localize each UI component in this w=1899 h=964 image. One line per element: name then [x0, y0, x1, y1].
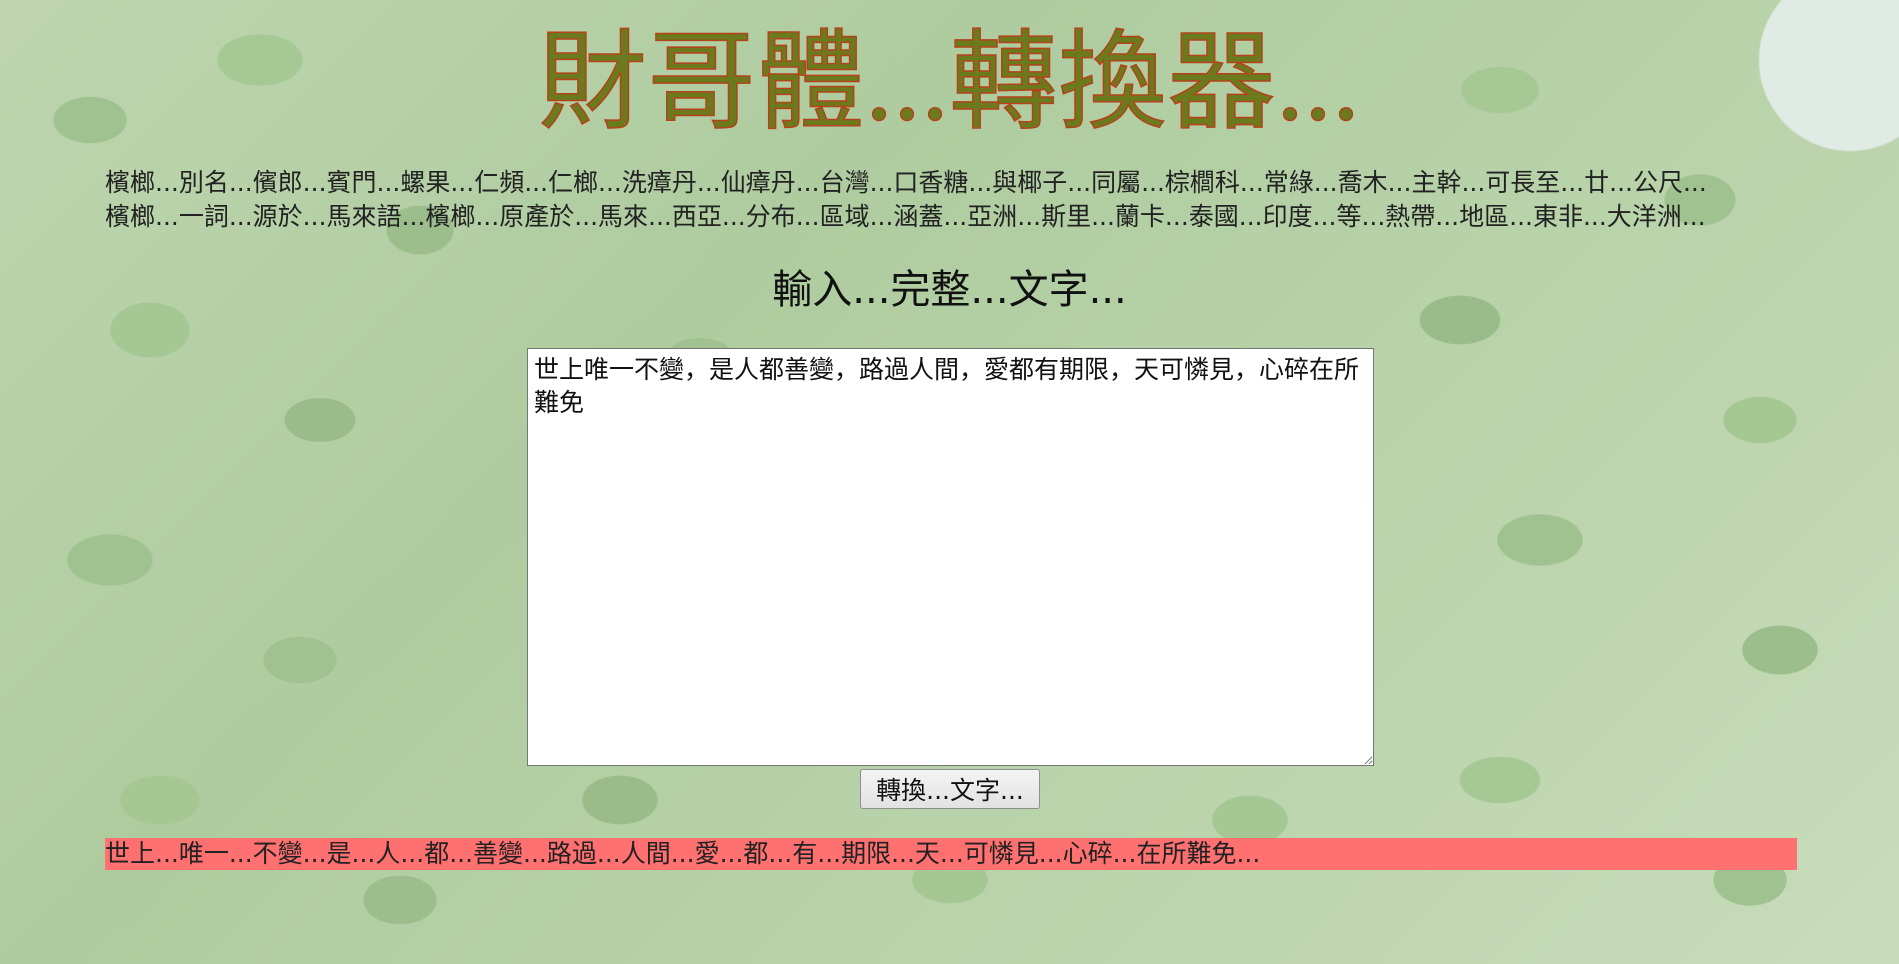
- page-title: 財哥體...轉換器...: [538, 23, 1361, 144]
- page-content: 財哥體...轉換器... 檳榔...別名...儐郎...賓門...螺果...仁頻…: [0, 0, 1899, 964]
- intro-line-1: 檳榔...別名...儐郎...賓門...螺果...仁頻...仁榔...洗瘴丹..…: [105, 168, 1707, 197]
- intro-text: 檳榔...別名...儐郎...賓門...螺果...仁頻...仁榔...洗瘴丹..…: [105, 166, 1805, 234]
- text-input-area[interactable]: [527, 348, 1374, 766]
- intro-line-2: 檳榔...一詞...源於...馬來語...檳榔...原產於...馬來...西亞.…: [105, 202, 1706, 231]
- convert-button[interactable]: 轉換...文字...: [860, 769, 1040, 809]
- input-heading: 輸入...完整...文字...: [772, 267, 1127, 313]
- conversion-result: 世上...唯一...不變...是...人...都...善變...路過...人間.…: [105, 838, 1797, 870]
